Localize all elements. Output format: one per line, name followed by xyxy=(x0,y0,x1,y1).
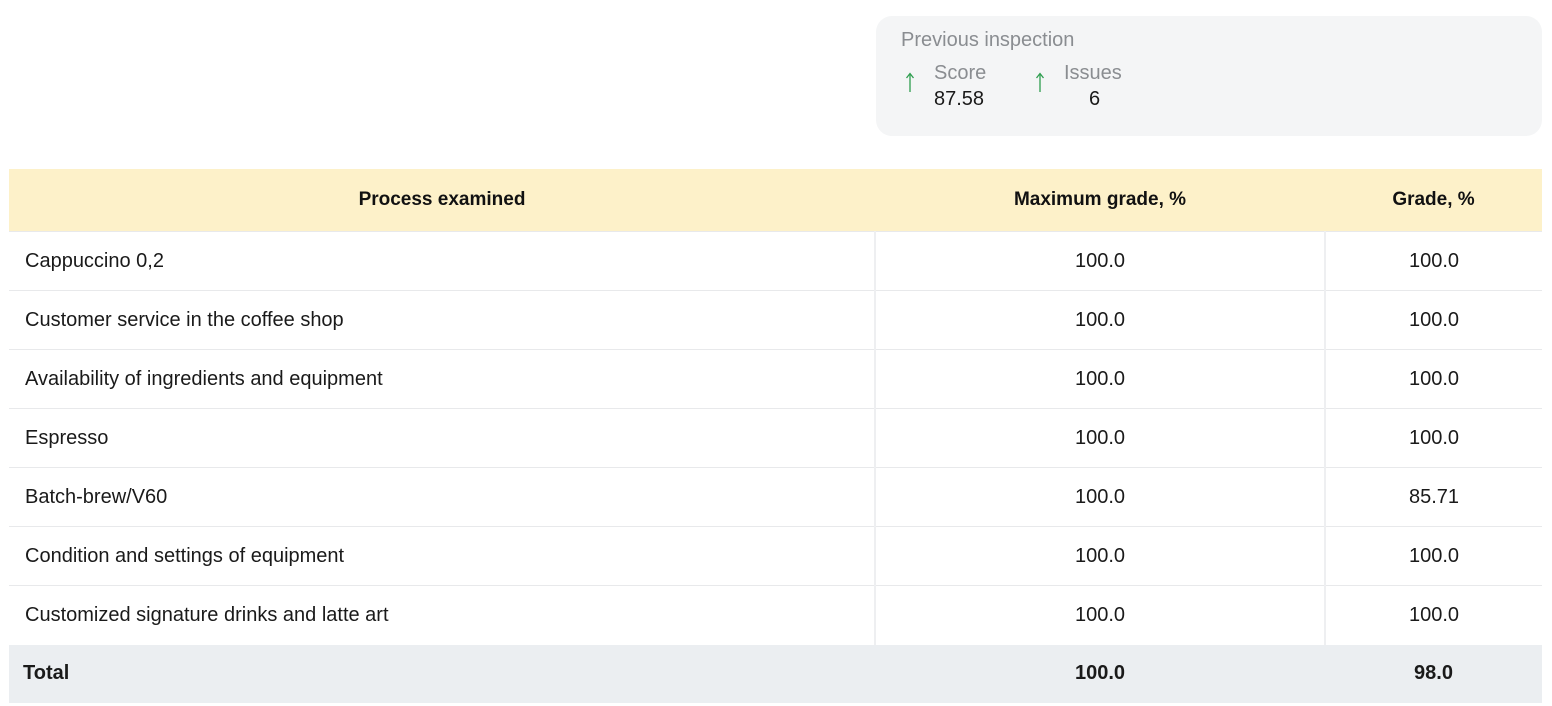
process-cell: Espresso xyxy=(9,408,875,468)
trend-up-arrow-icon xyxy=(1035,72,1045,92)
grade-cell: 85.71 xyxy=(1325,467,1542,527)
max-grade-cell: 100.0 xyxy=(874,585,1326,645)
issues-value: 6 xyxy=(1089,88,1101,110)
grade-cell: 100.0 xyxy=(1325,408,1542,468)
table-row: Batch-brew/V60 100.0 85.71 xyxy=(9,467,1542,527)
previous-inspection-card: Previous inspection Score 87.58 Issues 6 xyxy=(876,16,1542,136)
max-grade-cell: 100.0 xyxy=(874,231,1326,291)
grade-cell: 100.0 xyxy=(1325,526,1542,586)
table-row: Customized signature drinks and latte ar… xyxy=(9,585,1542,645)
grade-cell: 100.0 xyxy=(1325,231,1542,291)
previous-inspection-title: Previous inspection xyxy=(901,29,1075,51)
table-row: Condition and settings of equipment 100.… xyxy=(9,526,1542,586)
max-grade-cell: 100.0 xyxy=(874,408,1326,468)
table-row: Cappuccino 0,2 100.0 100.0 xyxy=(9,231,1542,291)
column-header-max-grade: Maximum grade, % xyxy=(875,169,1325,232)
trend-up-arrow-icon xyxy=(905,72,915,92)
table-row: Availability of ingredients and equipmen… xyxy=(9,349,1542,409)
issues-label: Issues xyxy=(1064,62,1122,84)
column-header-process: Process examined xyxy=(9,169,875,232)
total-row: Total 100.0 98.0 xyxy=(9,644,1542,703)
max-grade-cell: 100.0 xyxy=(874,349,1326,409)
column-header-grade: Grade, % xyxy=(1325,169,1542,232)
max-grade-cell: 100.0 xyxy=(874,290,1326,350)
total-grade: 98.0 xyxy=(1325,644,1542,703)
max-grade-cell: 100.0 xyxy=(874,467,1326,527)
grade-cell: 100.0 xyxy=(1325,290,1542,350)
grade-cell: 100.0 xyxy=(1325,585,1542,645)
total-max-grade: 100.0 xyxy=(875,644,1325,703)
score-value: 87.58 xyxy=(934,88,985,110)
table-row: Espresso 100.0 100.0 xyxy=(9,408,1542,468)
grades-table: Process examined Maximum grade, % Grade,… xyxy=(9,169,1542,703)
process-cell: Availability of ingredients and equipmen… xyxy=(9,349,875,409)
score-label: Score xyxy=(934,62,987,84)
table-header-row: Process examined Maximum grade, % Grade,… xyxy=(9,169,1542,232)
total-label: Total xyxy=(9,644,875,703)
process-cell: Customer service in the coffee shop xyxy=(9,290,875,350)
process-cell: Customized signature drinks and latte ar… xyxy=(9,585,875,645)
process-cell: Batch-brew/V60 xyxy=(9,467,875,527)
grade-cell: 100.0 xyxy=(1325,349,1542,409)
process-cell: Cappuccino 0,2 xyxy=(9,231,875,291)
process-cell: Condition and settings of equipment xyxy=(9,526,875,586)
max-grade-cell: 100.0 xyxy=(874,526,1326,586)
table-row: Customer service in the coffee shop 100.… xyxy=(9,290,1542,350)
